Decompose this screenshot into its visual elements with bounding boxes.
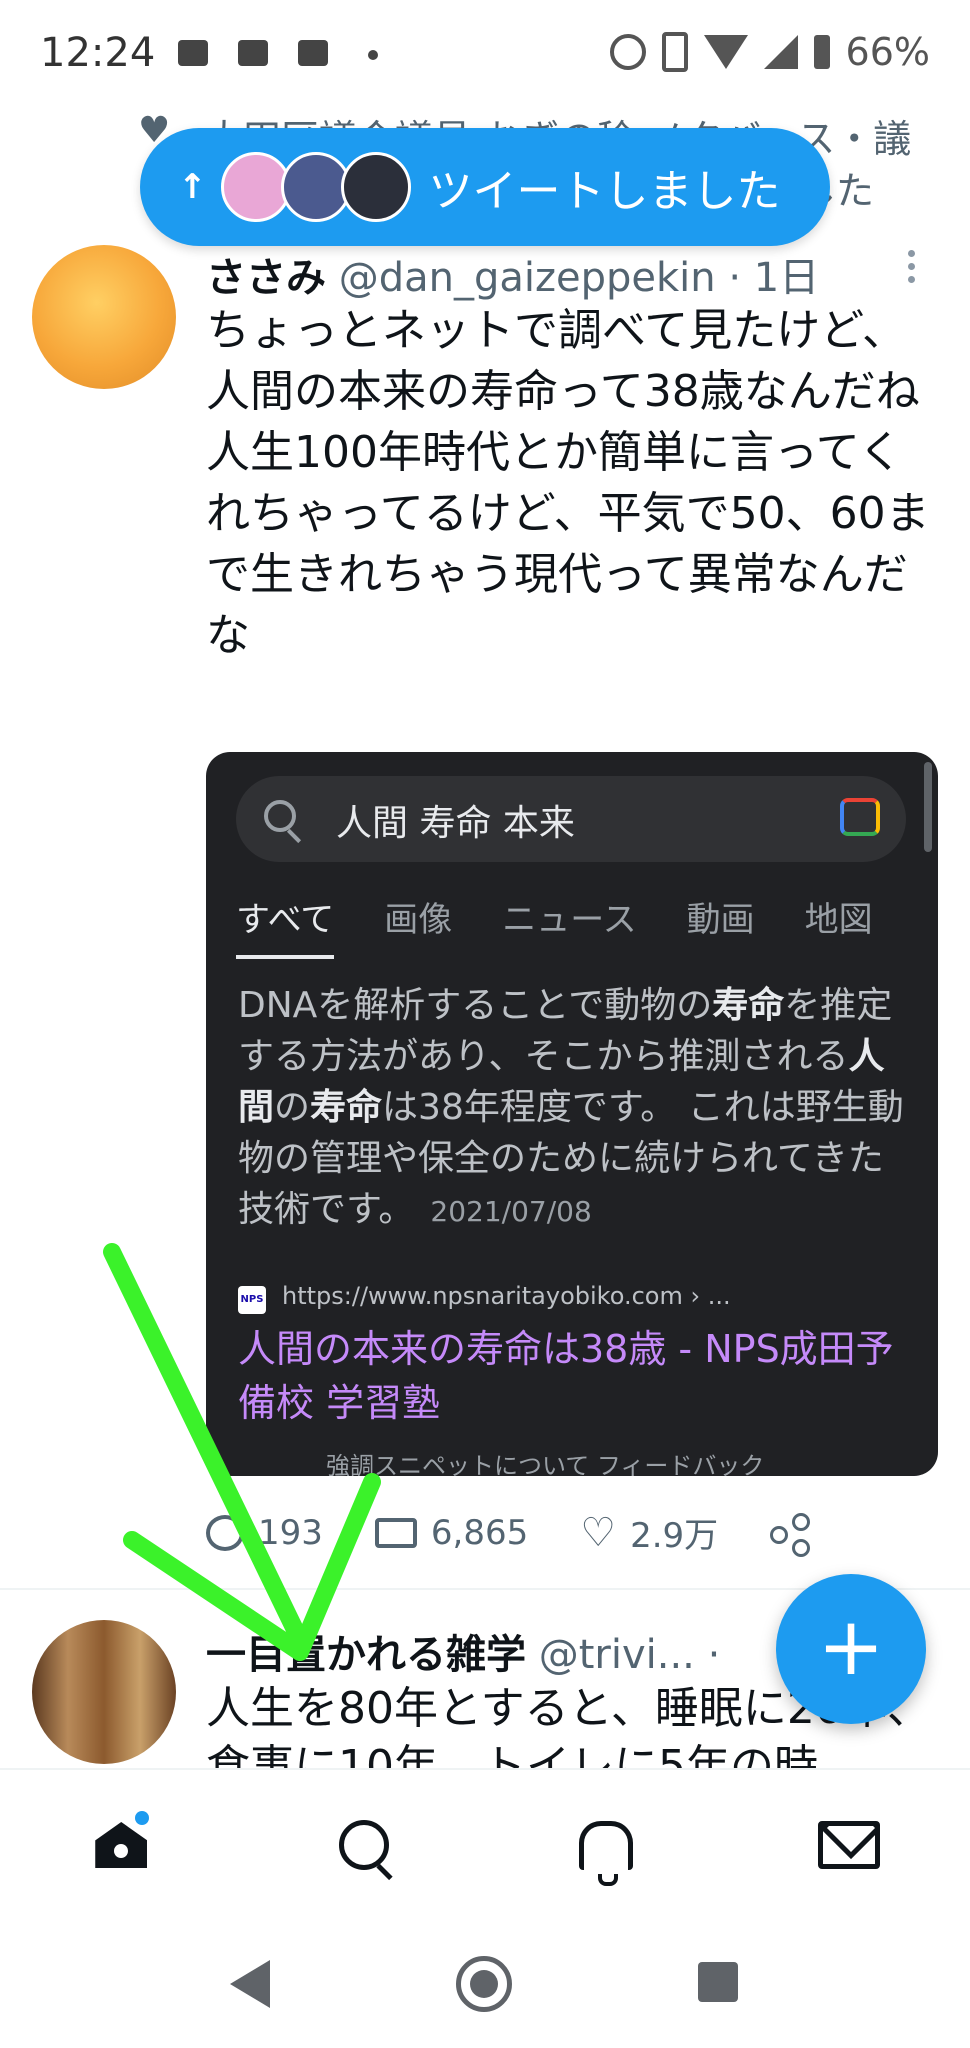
lens-icon [840, 798, 880, 836]
tweet-time[interactable]: 1日 [754, 255, 819, 301]
status-right: 66% [609, 30, 930, 74]
like-button[interactable]: ♡ 2.9万 [580, 1508, 718, 1557]
avatar[interactable] [32, 1620, 176, 1764]
tab-images: 画像 [384, 900, 453, 940]
battery-level: 66% [845, 30, 930, 74]
vibrate-icon [661, 32, 688, 72]
search-tabs: すべて 画像 ニュース 動画 地図 [236, 892, 923, 959]
wifi-icon [703, 35, 748, 69]
avatar[interactable] [32, 245, 176, 389]
nav-notifications[interactable] [566, 1805, 646, 1886]
avatar [340, 152, 411, 222]
user-name[interactable]: ささみ [206, 255, 326, 301]
battery-icon [813, 35, 830, 69]
scrollbar [924, 762, 932, 852]
featured-snippet: DNAを解析することで動物の寿命を推定する方法があり、そこから推測される人間の寿… [238, 985, 904, 1230]
retweet-icon [374, 1517, 417, 1548]
system-home-icon[interactable] [456, 1956, 512, 2012]
nav-search[interactable] [324, 1805, 404, 1885]
bell-icon [579, 1820, 634, 1886]
arrow-up-icon: ↑ [178, 167, 207, 207]
tweet-text: ちょっとネットで調べて見たけど、人間の本来の寿命って38歳なんだね 人生100年… [206, 305, 930, 661]
heart-icon: ♡ [580, 1509, 617, 1556]
reply-button[interactable]: 193 [206, 1513, 323, 1553]
user-name[interactable]: 一目置かれる雑学 [206, 1632, 526, 1678]
status-time: 12:24 [40, 30, 156, 76]
recents-icon[interactable] [698, 1962, 738, 2002]
tab-news: ニュース [502, 900, 637, 940]
search-icon [338, 1820, 389, 1870]
nav-home[interactable] [81, 1805, 161, 1885]
tv-icon [298, 40, 328, 66]
back-icon[interactable] [230, 1960, 270, 2008]
more-icon[interactable] [908, 250, 920, 289]
tweet-header: 一目置かれる雑学 @trivi... · [206, 1622, 720, 1680]
tweet-header: ささみ @dan_gaizeppekin · 1日 [206, 245, 819, 303]
notification-dot [135, 1811, 150, 1825]
new-tweets-pill[interactable]: ↑ ツイートしました [140, 128, 830, 246]
like-count: 2.9万 [630, 1516, 719, 1556]
separator: · [694, 1632, 721, 1678]
search-query: 人間 寿命 本来 [336, 803, 575, 844]
tab-maps: 地図 [804, 900, 873, 940]
search-icon [264, 800, 296, 832]
bottom-nav [0, 1768, 970, 1920]
reply-count: 193 [258, 1512, 323, 1553]
retweet-count: 6,865 [430, 1512, 529, 1553]
result-title: 人間の本来の寿命は38歳 - NPS成田予備校 学習塾 [238, 1327, 894, 1425]
mail-icon [817, 1821, 880, 1869]
nav-messages[interactable] [809, 1805, 889, 1885]
signal-icon [763, 35, 798, 69]
reply-icon [206, 1514, 244, 1551]
google-search-bar: 人間 寿命 本来 [236, 776, 906, 862]
share-icon [770, 1512, 811, 1557]
pill-label: ツイートしました [428, 166, 781, 217]
tweet-image[interactable]: 人間 寿命 本来 すべて 画像 ニュース 動画 地図 DNAを解析することで動物… [206, 752, 938, 1476]
tv-icon [178, 40, 208, 66]
alarm-icon [609, 34, 646, 70]
retweet-button[interactable]: 6,865 [374, 1512, 529, 1553]
user-handle[interactable]: @trivi... [539, 1632, 695, 1678]
share-button[interactable] [770, 1512, 811, 1557]
home-icon [95, 1822, 148, 1868]
separator: · [715, 255, 754, 301]
tv-icon [238, 40, 268, 66]
tab-videos: 動画 [686, 900, 755, 940]
snippet-date: 2021/07/08 [430, 1195, 592, 1228]
tab-all: すべて [236, 892, 335, 959]
tweet-actions: 193 6,865 ♡ 2.9万 [206, 1508, 862, 1557]
snippet-footer: 強調スニペットについて フィードバック [326, 1452, 765, 1476]
user-handle[interactable]: @dan_gaizeppekin [339, 255, 716, 301]
pill-avatars [220, 152, 411, 222]
compose-tweet-button[interactable]: + [776, 1574, 926, 1724]
result-url: https://www.npsnaritayobiko.com › ... [282, 1282, 731, 1310]
favicon: NPS [238, 1286, 266, 1314]
dot-icon [368, 50, 378, 60]
